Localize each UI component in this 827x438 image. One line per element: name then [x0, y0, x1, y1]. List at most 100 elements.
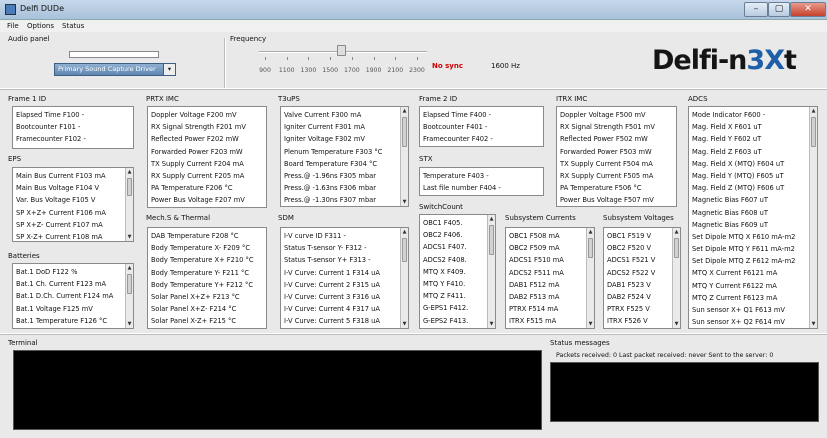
itrx-list[interactable]: Doppler Voltage F500 mV RX Signal Strengt… — [556, 106, 677, 207]
minimize-button[interactable]: – — [744, 2, 768, 17]
menu-bar: File Options Status — [0, 20, 827, 32]
list-item: OBC1 F519 V — [607, 232, 652, 240]
eps-panel-title: EPS — [8, 155, 22, 163]
scroll-up-icon[interactable]: ▲ — [810, 107, 817, 115]
list-item: I-V Curve: Current 4 F317 uA — [284, 305, 380, 314]
frame1-list[interactable]: Elapsed Time F100 - Bootcounter F101 - Fra… — [12, 106, 134, 149]
vertical-scrollbar[interactable]: ▲ ▼ — [125, 168, 133, 241]
status-messages-title: Status messages — [550, 339, 610, 347]
list-item: ADCS1 F510 mA — [509, 256, 564, 265]
vertical-scrollbar[interactable]: ▲ ▼ — [809, 107, 817, 328]
list-item: I-V Curve: Current 3 F316 uA — [284, 292, 380, 301]
scroll-up-icon[interactable]: ▲ — [126, 264, 133, 272]
audio-panel-title: Audio panel — [8, 35, 50, 43]
adcs-list[interactable]: Mode Indicator F600 - Mag. Field X F601 u… — [688, 106, 818, 329]
list-item: Bat.1 Temperature F126 °C — [16, 316, 108, 325]
frequency-tick-label: 1300 — [300, 67, 317, 74]
prtx-list[interactable]: Doppler Voltage F200 mV RX Signal Strengt… — [147, 106, 267, 208]
list-item: MTQ Y Current F6122 mA — [692, 281, 777, 290]
list-item: Reflected Power F202 mW — [151, 135, 239, 144]
scroll-down-icon[interactable]: ▼ — [126, 320, 133, 328]
list-item: Plenum Temperature F303 °C — [284, 147, 383, 156]
list-item: ADCS1 F407. — [423, 243, 467, 252]
list-item: Reflected Power F502 mW — [560, 135, 648, 144]
mech-list[interactable]: DAB Temperature F208 °C Body Temperature … — [147, 227, 267, 329]
scroll-down-icon[interactable]: ▼ — [587, 320, 594, 328]
maximize-button[interactable]: ▢ — [768, 2, 790, 17]
scrollbar-thumb[interactable] — [402, 117, 407, 147]
sdm-list[interactable]: I-V curve ID F311 - Status T-sensor Y- F3… — [280, 227, 409, 329]
scroll-up-icon[interactable]: ▲ — [587, 228, 594, 236]
sound-driver-select[interactable]: Primary Sound Capture Driver ▾ — [54, 63, 176, 76]
scrollbar-thumb[interactable] — [588, 238, 593, 258]
list-item: MTQ X Current F6121 mA — [692, 269, 778, 278]
list-item: Framecounter F102 - — [16, 135, 86, 144]
list-item: Doppler Voltage F500 mV — [560, 111, 646, 119]
list-item: Press.@ -1.63ns F306 mbar — [284, 184, 377, 193]
vertical-scrollbar[interactable]: ▲ ▼ — [586, 228, 594, 328]
switchcount-list[interactable]: OBC1 F405. OBC2 F406. ADCS1 F407. ADCS2 F40… — [419, 214, 496, 329]
scroll-down-icon[interactable]: ▼ — [126, 233, 133, 241]
list-item: OBC2 F509 mA — [509, 244, 560, 253]
chevron-down-icon[interactable]: ▾ — [163, 64, 175, 75]
eps-list[interactable]: Main Bus Current F103 mA Main Bus Voltage… — [12, 167, 134, 242]
vertical-scrollbar[interactable]: ▲ ▼ — [400, 107, 408, 206]
scroll-up-icon[interactable]: ▲ — [401, 228, 408, 236]
scroll-up-icon[interactable]: ▲ — [126, 168, 133, 176]
list-item: DAB Temperature F208 °C — [151, 232, 239, 240]
list-item: DAB2 F524 V — [607, 292, 651, 301]
subcurrents-list[interactable]: OBC1 F508 mA OBC2 F509 mA ADCS1 F510 mA ADC… — [505, 227, 595, 329]
list-item: Main Bus Voltage F104 V — [16, 184, 100, 193]
scroll-up-icon[interactable]: ▲ — [673, 228, 680, 236]
vertical-scrollbar[interactable]: ▲ ▼ — [487, 215, 495, 328]
frequency-slider-thumb[interactable] — [337, 45, 346, 56]
menu-file[interactable]: File — [7, 22, 19, 30]
vertical-scrollbar[interactable]: ▲ ▼ — [672, 228, 680, 328]
subvoltages-list[interactable]: OBC1 F519 V OBC2 F520 V ADCS1 F521 V ADCS2 … — [603, 227, 681, 329]
list-item: Body Temperature Y- F211 °C — [151, 268, 250, 277]
status-messages-output[interactable] — [550, 362, 819, 422]
scrollbar-thumb[interactable] — [127, 274, 132, 294]
scrollbar-thumb[interactable] — [489, 225, 494, 255]
list-item: Solar Panel X-Z+ F215 °C — [151, 317, 237, 326]
frequency-tick-label: 2300 — [409, 67, 425, 74]
menu-status[interactable]: Status — [62, 22, 84, 30]
list-item: Bootcounter F101 - — [16, 123, 81, 132]
t3ups-list[interactable]: Valve Current F300 mA Igniter Current F30… — [280, 106, 409, 207]
frequency-tick-label: 900 — [259, 67, 271, 74]
list-item: RX Signal Strength F501 mV — [560, 123, 655, 132]
scrollbar-thumb[interactable] — [674, 238, 679, 258]
scroll-up-icon[interactable]: ▲ — [488, 215, 495, 223]
frequency-tick-mark — [286, 57, 288, 60]
scroll-down-icon[interactable]: ▼ — [810, 320, 817, 328]
scrollbar-thumb[interactable] — [402, 238, 407, 262]
close-button[interactable]: ✕ — [790, 2, 826, 17]
scroll-up-icon[interactable]: ▲ — [401, 107, 408, 115]
menu-options[interactable]: Options — [27, 22, 54, 30]
list-item: Power Bus Voltage F507 mV — [560, 196, 654, 205]
list-item: MTQ Y F410. — [423, 279, 466, 288]
list-item: SP X+Z+ Current F106 mA — [16, 208, 106, 217]
scroll-down-icon[interactable]: ▼ — [673, 320, 680, 328]
list-item: Mag. Field Y F602 uT — [692, 135, 762, 144]
terminal-output[interactable] — [13, 350, 542, 430]
list-item: OBC2 F520 V — [607, 244, 652, 253]
list-item: I-V Curve: Current 2 F315 uA — [284, 280, 380, 289]
scroll-down-icon[interactable]: ▼ — [401, 198, 408, 206]
scroll-down-icon[interactable]: ▼ — [488, 320, 495, 328]
list-item: DAB1 F512 mA — [509, 280, 560, 289]
list-item: Body Temperature X- F209 °C — [151, 244, 251, 253]
list-item: Mag. Field Z F603 uT — [692, 147, 762, 156]
list-item: Mag. Field Z (MTQ) F606 uT — [692, 184, 785, 193]
list-item: Magnetic Bias F607 uT — [692, 196, 768, 205]
scroll-down-icon[interactable]: ▼ — [401, 320, 408, 328]
audio-level-bar — [69, 51, 159, 58]
list-item: Press.@ -1.30ns F307 mbar — [284, 196, 377, 205]
vertical-scrollbar[interactable]: ▲ ▼ — [400, 228, 408, 328]
vertical-scrollbar[interactable]: ▲ ▼ — [125, 264, 133, 328]
batteries-list[interactable]: Bat.1 DoD F122 % Bat.1 Ch. Current F123 m… — [12, 263, 134, 329]
stx-list[interactable]: Temperature F403 - Last file number F404 … — [419, 167, 544, 196]
frame2-list[interactable]: Elapsed Time F400 - Bootcounter F401 - Fra… — [419, 106, 544, 147]
scrollbar-thumb[interactable] — [811, 117, 816, 147]
scrollbar-thumb[interactable] — [127, 178, 132, 196]
